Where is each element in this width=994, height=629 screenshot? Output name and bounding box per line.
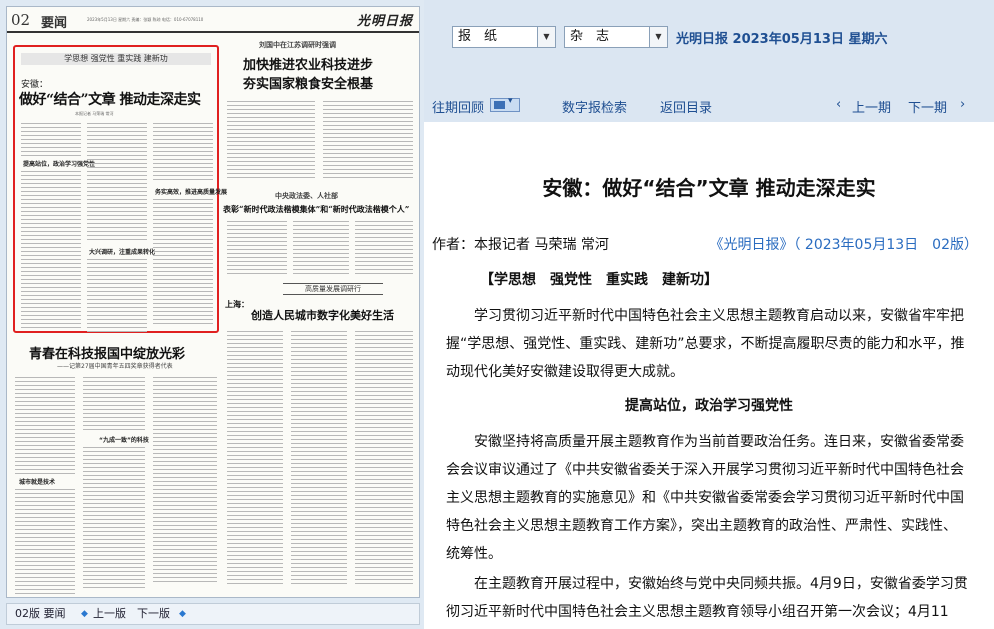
article-reader-pane: 报 纸 ▼ 杂 志 ▼ 光明日报 2023年05月13日 星期六 往期回顾 ▾ …	[424, 0, 994, 629]
calendar-icon	[494, 101, 505, 109]
text-column	[291, 331, 347, 587]
article-paragraph: 学习贯彻习近平新时代中国特色社会主义思想主题教育启动以来，安徽省牢牢把握“学思想…	[446, 308, 965, 380]
text-column	[15, 377, 75, 477]
article-pre-headline: 中央政法委、人社部	[275, 192, 338, 200]
article-author: 作者：本报记者 马荣瑞 常河	[432, 237, 609, 253]
article-source-link[interactable]: 《光明日报》（ 2023年05月13日 02版）	[709, 234, 978, 254]
text-column	[87, 259, 147, 335]
text-column	[153, 377, 217, 585]
next-issue-link[interactable]: 下一期	[908, 97, 947, 116]
text-column	[355, 221, 413, 277]
magazine-select-value: 杂 志	[570, 29, 610, 44]
text-column	[83, 447, 145, 591]
prev-page-arrow-icon: ◆	[81, 609, 88, 619]
issue-date: 2023年05月13日	[732, 32, 844, 47]
text-column	[227, 331, 283, 587]
article-subhead: 提高站位，政治学习强党性	[23, 161, 96, 168]
page-number: 02	[11, 11, 31, 29]
article-headline: 创造人民城市数字化美好生活	[251, 309, 394, 322]
text-column	[227, 101, 315, 181]
page-header-date: 2023年5月13日 星期六 责编：张颖 陈琼 电话：010-67078110	[87, 17, 204, 22]
text-column	[355, 331, 413, 587]
article-headline: 表彰“新时代政法楷模集体”和“新时代政法楷模个人”	[223, 204, 410, 214]
text-column	[21, 123, 81, 159]
article-headline: 做好“结合”文章 推动走深走实	[19, 92, 201, 108]
article-headline: 青春在科技报国中绽放光彩	[29, 347, 186, 362]
article-paragraph: 安徽坚持将高质量开展主题教育作为当前首要政治任务。连日来，安徽省委常委会会议审议…	[446, 434, 964, 562]
article-byline: 本报记者 马荣瑞 常河	[75, 111, 114, 116]
text-column	[293, 221, 349, 277]
archive-link[interactable]: 往期回顾	[432, 97, 484, 116]
page-navigation-bar: 02版 要闻 ◆ 上一版 下一版 ◆	[6, 603, 420, 625]
text-column	[153, 123, 213, 183]
back-to-contents-link[interactable]: 返回目录	[660, 97, 712, 116]
page-header: 02 要闻 2023年5月13日 星期六 责编：张颖 陈琼 电话：010-670…	[7, 7, 419, 33]
text-column	[83, 377, 145, 433]
digital-search-link[interactable]: 数字报检索	[562, 97, 627, 116]
text-column	[21, 171, 81, 331]
article-kicker: 【学思想 强党性 重实践 建新功】	[480, 272, 718, 288]
chevron-down-icon: ▾	[508, 96, 513, 106]
chevron-down-icon: ▼	[649, 27, 667, 47]
article-section-heading: 提高站位，政治学习强党性	[625, 398, 793, 414]
text-column	[323, 101, 413, 181]
article-headline: 夯实国家粮食安全根基	[243, 77, 374, 92]
article-paragraph: 在主题教育开展过程中，安徽始终与党中央同频共振。4月9日，安徽省委学习贯彻习近平…	[446, 576, 968, 620]
column-label: 高质量发展调研行	[283, 283, 383, 295]
newspaper-page-image[interactable]: 02 要闻 2023年5月13日 星期六 责编：张颖 陈琼 电话：010-670…	[6, 6, 420, 598]
chevron-down-icon: ▼	[537, 27, 555, 47]
text-column	[227, 221, 287, 277]
article-pre-headline: 刘国中在江苏调研时强调	[259, 41, 336, 49]
article-subtitle: ——记第27届中国青年五四奖章获得者代表	[57, 363, 173, 370]
text-column	[15, 489, 75, 597]
article-kicker-bar: 学思想 强党性 重实践 建新功	[21, 53, 211, 65]
article-prefix: 上海：	[225, 299, 249, 309]
article-subhead: 大兴调研，注重成果转化	[89, 249, 156, 256]
newspaper-select-value: 报 纸	[458, 29, 498, 44]
article-title: 安徽：做好“结合”文章 推动走深走实	[542, 176, 876, 200]
article-subhead: “九成一致”的科技	[99, 437, 149, 444]
text-column	[153, 199, 213, 327]
next-page-arrow-icon: ◆	[179, 609, 186, 619]
calendar-picker-button[interactable]: ▾	[490, 96, 520, 112]
issue-info: 光明日报 2023年05月13日 星期六	[676, 28, 887, 47]
issue-weekday: 星期六	[848, 32, 888, 47]
reader-toolbar: 报 纸 ▼ 杂 志 ▼ 光明日报 2023年05月13日 星期六 往期回顾 ▾ …	[424, 0, 994, 122]
text-column	[87, 123, 147, 243]
newspaper-page-pane: 02 要闻 2023年5月13日 星期六 责编：张颖 陈琼 电话：010-670…	[0, 0, 424, 629]
article-headline: 加快推进农业科技进步	[243, 58, 374, 73]
magazine-select[interactable]: 杂 志 ▼	[564, 26, 668, 48]
prev-issue-link[interactable]: 上一期	[852, 97, 891, 116]
article-subhead: 务实高效，推进高质量发展	[155, 189, 228, 196]
current-page-label: 02版 要闻	[15, 607, 66, 620]
article-subhead: 城市就是技术	[19, 479, 56, 486]
highlighted-article-area[interactable]: 学思想 强党性 重实践 建新功 安徽： 做好“结合”文章 推动走深走实 本报记者…	[13, 45, 227, 335]
chevron-left-icon: ‹	[836, 97, 842, 112]
chevron-right-icon: ›	[960, 97, 966, 112]
paper-name: 光明日报	[676, 32, 729, 47]
prev-page-link[interactable]: 上一版	[93, 604, 126, 624]
page-section: 要闻	[41, 16, 68, 31]
newspaper-logo: 光明日报	[356, 14, 413, 29]
next-page-link[interactable]: 下一版	[137, 604, 170, 624]
newspaper-select[interactable]: 报 纸 ▼	[452, 26, 556, 48]
